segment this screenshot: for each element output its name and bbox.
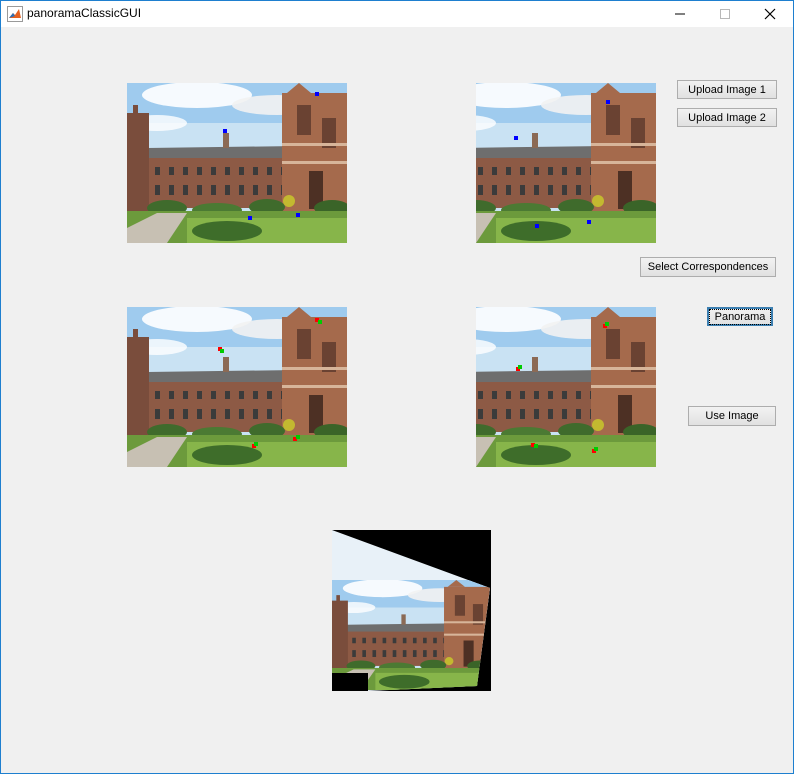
close-icon	[764, 8, 776, 20]
correspondence-axes-1[interactable]	[127, 307, 347, 467]
close-button[interactable]	[747, 1, 793, 27]
correspondence-axes-2[interactable]	[476, 307, 696, 467]
correspondence-point	[518, 365, 522, 369]
minimize-icon	[675, 13, 685, 15]
correspondence-point	[534, 444, 538, 448]
panorama-label: Panorama	[708, 308, 772, 325]
correspondence-point	[535, 224, 539, 228]
maximize-button[interactable]	[702, 1, 748, 27]
window-title: panoramaClassicGUI	[27, 6, 142, 20]
app-window: panoramaClassicGUI Upload Image 1 Upload…	[0, 0, 794, 774]
correspondence-point	[514, 136, 518, 140]
correspondence-point	[296, 213, 300, 217]
use-image-button[interactable]: Use Image	[688, 406, 776, 426]
correspondence-point	[605, 322, 609, 326]
correspondence-point	[296, 435, 300, 439]
correspondence-point	[220, 349, 224, 353]
image-2	[476, 83, 696, 243]
image-2-matches	[476, 307, 696, 467]
select-correspondences-label: Select Correspondences	[647, 261, 769, 273]
correspondence-point	[254, 442, 258, 446]
use-image-label: Use Image	[705, 410, 759, 422]
image-1-matches	[127, 307, 347, 467]
correspondence-point	[318, 320, 322, 324]
image-1	[127, 83, 347, 243]
image-axes-1[interactable]	[127, 83, 347, 243]
correspondence-point	[315, 92, 319, 96]
correspondence-point	[587, 220, 591, 224]
minimize-button[interactable]	[657, 1, 703, 27]
panorama-axes[interactable]	[332, 530, 491, 691]
panorama-result	[332, 530, 490, 691]
correspondence-point	[594, 447, 598, 451]
panorama-button[interactable]: Panorama	[707, 307, 773, 326]
correspondence-point	[248, 216, 252, 220]
upload-image-2-button[interactable]: Upload Image 2	[677, 108, 777, 127]
upload-image-1-label: Upload Image 1	[688, 83, 766, 96]
matlab-icon	[7, 6, 23, 22]
title-bar[interactable]: panoramaClassicGUI	[1, 1, 793, 27]
image-axes-2[interactable]	[476, 83, 696, 243]
select-correspondences-button[interactable]: Select Correspondences	[640, 257, 776, 277]
upload-image-1-button[interactable]: Upload Image 1	[677, 80, 777, 99]
correspondence-point	[606, 100, 610, 104]
maximize-icon	[720, 9, 730, 19]
upload-image-2-label: Upload Image 2	[688, 111, 766, 124]
correspondence-point	[223, 129, 227, 133]
